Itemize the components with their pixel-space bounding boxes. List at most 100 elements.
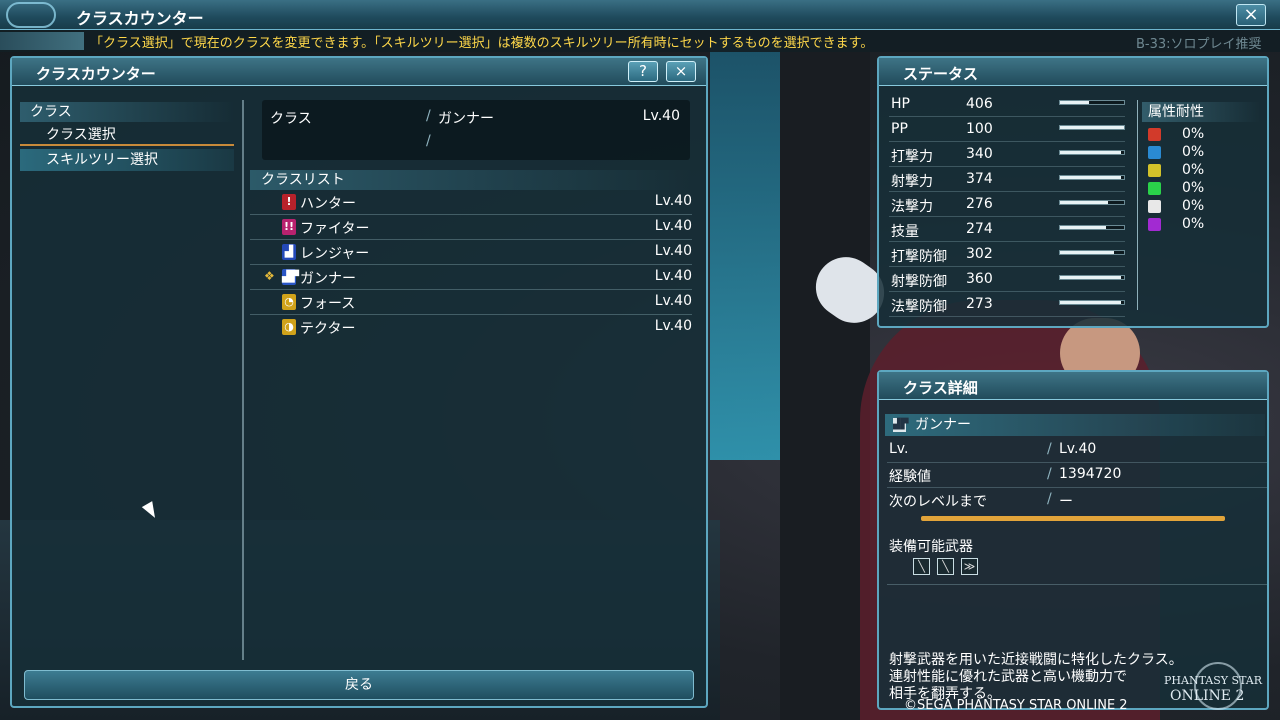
- hint-text: 「クラス選択」で現在のクラスを変更できます。「スキルツリー選択」は複数のスキルツ…: [90, 36, 874, 51]
- stat-label: HP: [891, 96, 910, 112]
- separator: /: [426, 108, 431, 124]
- class-row-gunner[interactable]: ❖ ▟▛ ガンナー Lv.40: [250, 265, 692, 290]
- detail-row-next-level: 次のレベルまで / ー: [887, 488, 1267, 513]
- stat-row: 法撃防御 273: [889, 292, 1125, 317]
- detail-label: Lv.: [889, 441, 909, 457]
- menu-logo-icon: [6, 2, 56, 28]
- resist-value: 0%: [1182, 144, 1205, 160]
- stat-bar: [1059, 250, 1125, 255]
- logo-line1: PHANTASY STAR: [1164, 674, 1263, 687]
- menu-item-class-select[interactable]: クラス選択: [20, 124, 234, 146]
- stat-value: 276: [966, 196, 993, 212]
- gunner-icon: ▟▛: [893, 418, 909, 432]
- element-icon: [1148, 128, 1161, 141]
- logo-line2: ONLINE 2: [1170, 688, 1245, 704]
- current-class-box: クラス / ガンナー Lv.40 /: [262, 100, 690, 160]
- stat-bar-fill: [1060, 251, 1115, 254]
- resist-header: 属性耐性: [1142, 102, 1260, 122]
- stat-row: HP 406: [889, 92, 1125, 117]
- stat-bar: [1059, 150, 1125, 155]
- class-row-techter[interactable]: ◑ テクター Lv.40: [250, 315, 692, 340]
- stat-row: 打撃防御 302: [889, 242, 1125, 267]
- stat-label: 技量: [891, 224, 919, 240]
- divider: [887, 584, 1267, 585]
- stat-value: 273: [966, 296, 993, 312]
- twin-machinegun-icon: ≫: [961, 558, 978, 575]
- separator: /: [1047, 466, 1052, 482]
- detail-label: 経験値: [889, 469, 931, 485]
- class-name: レンジャー: [300, 246, 370, 262]
- stat-label: PP: [891, 121, 908, 137]
- rifle-icon: ╲: [937, 558, 954, 575]
- back-button[interactable]: 戻る: [24, 670, 694, 700]
- class-row-fighter[interactable]: !! ファイター Lv.40: [250, 215, 692, 240]
- hint-bar: 「クラス選択」で現在のクラスを変更できます。「スキルツリー選択」は複数のスキルツ…: [0, 30, 1280, 52]
- stat-row: 射撃力 374: [889, 167, 1125, 192]
- stat-bar-fill: [1060, 201, 1108, 204]
- class-row-hunter[interactable]: ! ハンター Lv.40: [250, 190, 692, 215]
- detail-value: 1394720: [1059, 466, 1122, 482]
- window-title: クラスカウンター: [76, 9, 204, 28]
- stat-value: 406: [966, 96, 993, 112]
- separator: /: [1047, 441, 1052, 457]
- separator: /: [1047, 491, 1052, 507]
- stat-bar: [1059, 200, 1125, 205]
- ranger-icon: ▟: [282, 244, 296, 260]
- class-level: Lv.40: [654, 218, 692, 234]
- window-close-button[interactable]: ×: [1236, 4, 1266, 26]
- stat-value: 100: [966, 121, 993, 137]
- detail-value: Lv.40: [1059, 441, 1097, 457]
- status-panel: ステータス HP 406 PP 100 打撃力 340 射撃力 374 法撃力 276 技量 274 打…: [877, 56, 1269, 328]
- stat-bar: [1059, 100, 1125, 105]
- panel-header: クラスカウンター ? ×: [12, 58, 706, 86]
- panel-close-button[interactable]: ×: [666, 61, 696, 82]
- menu-item-skilltree-select[interactable]: スキルツリー選択: [20, 149, 234, 171]
- class-level: Lv.40: [654, 318, 692, 334]
- resist-value: 0%: [1182, 162, 1205, 178]
- class-name: フォース: [300, 296, 356, 312]
- gunner-icon: ▟▛: [282, 269, 299, 285]
- stat-bar: [1059, 125, 1125, 130]
- class-row-force[interactable]: ◔ フォース Lv.40: [250, 290, 692, 315]
- hunter-icon: !: [282, 194, 296, 210]
- resist-value: 0%: [1182, 126, 1205, 142]
- detail-class-name: ガンナー: [885, 414, 1265, 436]
- stat-row: 技量 274: [889, 217, 1125, 242]
- sword-icon: ╲: [913, 558, 930, 575]
- help-button[interactable]: ?: [628, 61, 658, 82]
- stat-value: 302: [966, 246, 993, 262]
- stat-bar-fill: [1060, 301, 1121, 304]
- hint-decoration: [0, 32, 84, 50]
- detail-value: ー: [1059, 494, 1073, 510]
- panel-title: クラス詳細: [903, 379, 978, 397]
- divider: [242, 100, 244, 660]
- stat-label: 射撃力: [891, 174, 933, 190]
- element-icon: [1148, 218, 1161, 231]
- class-name: ファイター: [300, 221, 370, 237]
- force-icon: ◔: [282, 294, 296, 310]
- game-logo: PHANTASY STAR ONLINE 2: [1164, 660, 1274, 716]
- class-name: ガンナー: [300, 271, 356, 287]
- stat-bar: [1059, 175, 1125, 180]
- stat-bar: [1059, 225, 1125, 230]
- copyright-text: ©SEGA PHANTASY STAR ONLINE 2: [904, 698, 1128, 713]
- stat-value: 274: [966, 221, 993, 237]
- current-class-level: Lv.40: [642, 108, 680, 124]
- resist-value: 0%: [1182, 198, 1205, 214]
- panel-header: クラス詳細: [879, 372, 1267, 400]
- background-pillar: [780, 40, 870, 720]
- separator: /: [426, 133, 431, 149]
- resist-value: 0%: [1182, 180, 1205, 196]
- stat-bar-fill: [1060, 176, 1121, 179]
- stat-label: 法撃防御: [891, 299, 947, 315]
- class-level: Lv.40: [654, 243, 692, 259]
- stat-bar-fill: [1060, 151, 1121, 154]
- class-detail-panel: クラス詳細 ガンナー ▟▛ Lv. / Lv.40 経験値 / 1394720 …: [877, 370, 1269, 710]
- panel-title: ステータス: [903, 65, 979, 83]
- detail-label: 次のレベルまで: [889, 494, 987, 510]
- stat-bar-fill: [1060, 101, 1089, 104]
- class-row-ranger[interactable]: ▟ レンジャー Lv.40: [250, 240, 692, 265]
- stat-row: 打撃力 340: [889, 142, 1125, 167]
- stat-bar: [1059, 275, 1125, 280]
- class-name: テクター: [300, 321, 356, 337]
